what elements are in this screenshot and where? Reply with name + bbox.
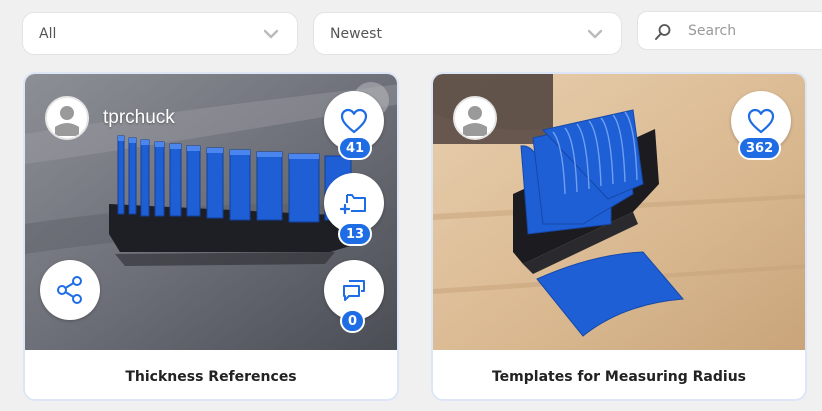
chevron-down-icon: [263, 29, 279, 39]
search-input[interactable]: Search: [637, 11, 822, 50]
user-avatar-icon: [47, 98, 87, 138]
comments-icon: [343, 280, 365, 301]
author-avatar[interactable]: [453, 96, 497, 140]
design-title[interactable]: Templates for Measuring Radius: [433, 350, 805, 399]
chevron-down-icon: [587, 29, 603, 39]
search-icon: [655, 24, 671, 40]
category-filter-value: All: [39, 25, 57, 42]
design-photo[interactable]: tprchuck 41 13 0: [25, 74, 397, 350]
author-avatar[interactable]: [45, 96, 89, 140]
share-icon: [57, 276, 82, 304]
like-count: 41: [338, 136, 373, 160]
design-card[interactable]: tprchuck 41 13 0 Thickness References: [23, 72, 399, 401]
design-title[interactable]: Thickness References: [25, 350, 397, 399]
collection-count: 13: [338, 222, 373, 246]
comment-count: 0: [340, 309, 366, 333]
sort-dropdown[interactable]: Newest: [313, 12, 622, 55]
add-to-collection-icon: [340, 194, 366, 215]
author-name[interactable]: tprchuck: [103, 107, 175, 129]
design-card[interactable]: 362 Templates for Measuring Radius: [431, 72, 807, 401]
share-button[interactable]: [40, 260, 100, 320]
search-placeholder: Search: [688, 22, 737, 39]
heart-icon: [747, 108, 775, 134]
heart-icon: [340, 108, 368, 134]
sort-value: Newest: [330, 25, 382, 42]
design-photo[interactable]: 362: [433, 74, 805, 350]
category-filter-dropdown[interactable]: All: [22, 12, 298, 55]
user-avatar-icon: [455, 98, 495, 138]
like-count: 362: [738, 136, 782, 160]
